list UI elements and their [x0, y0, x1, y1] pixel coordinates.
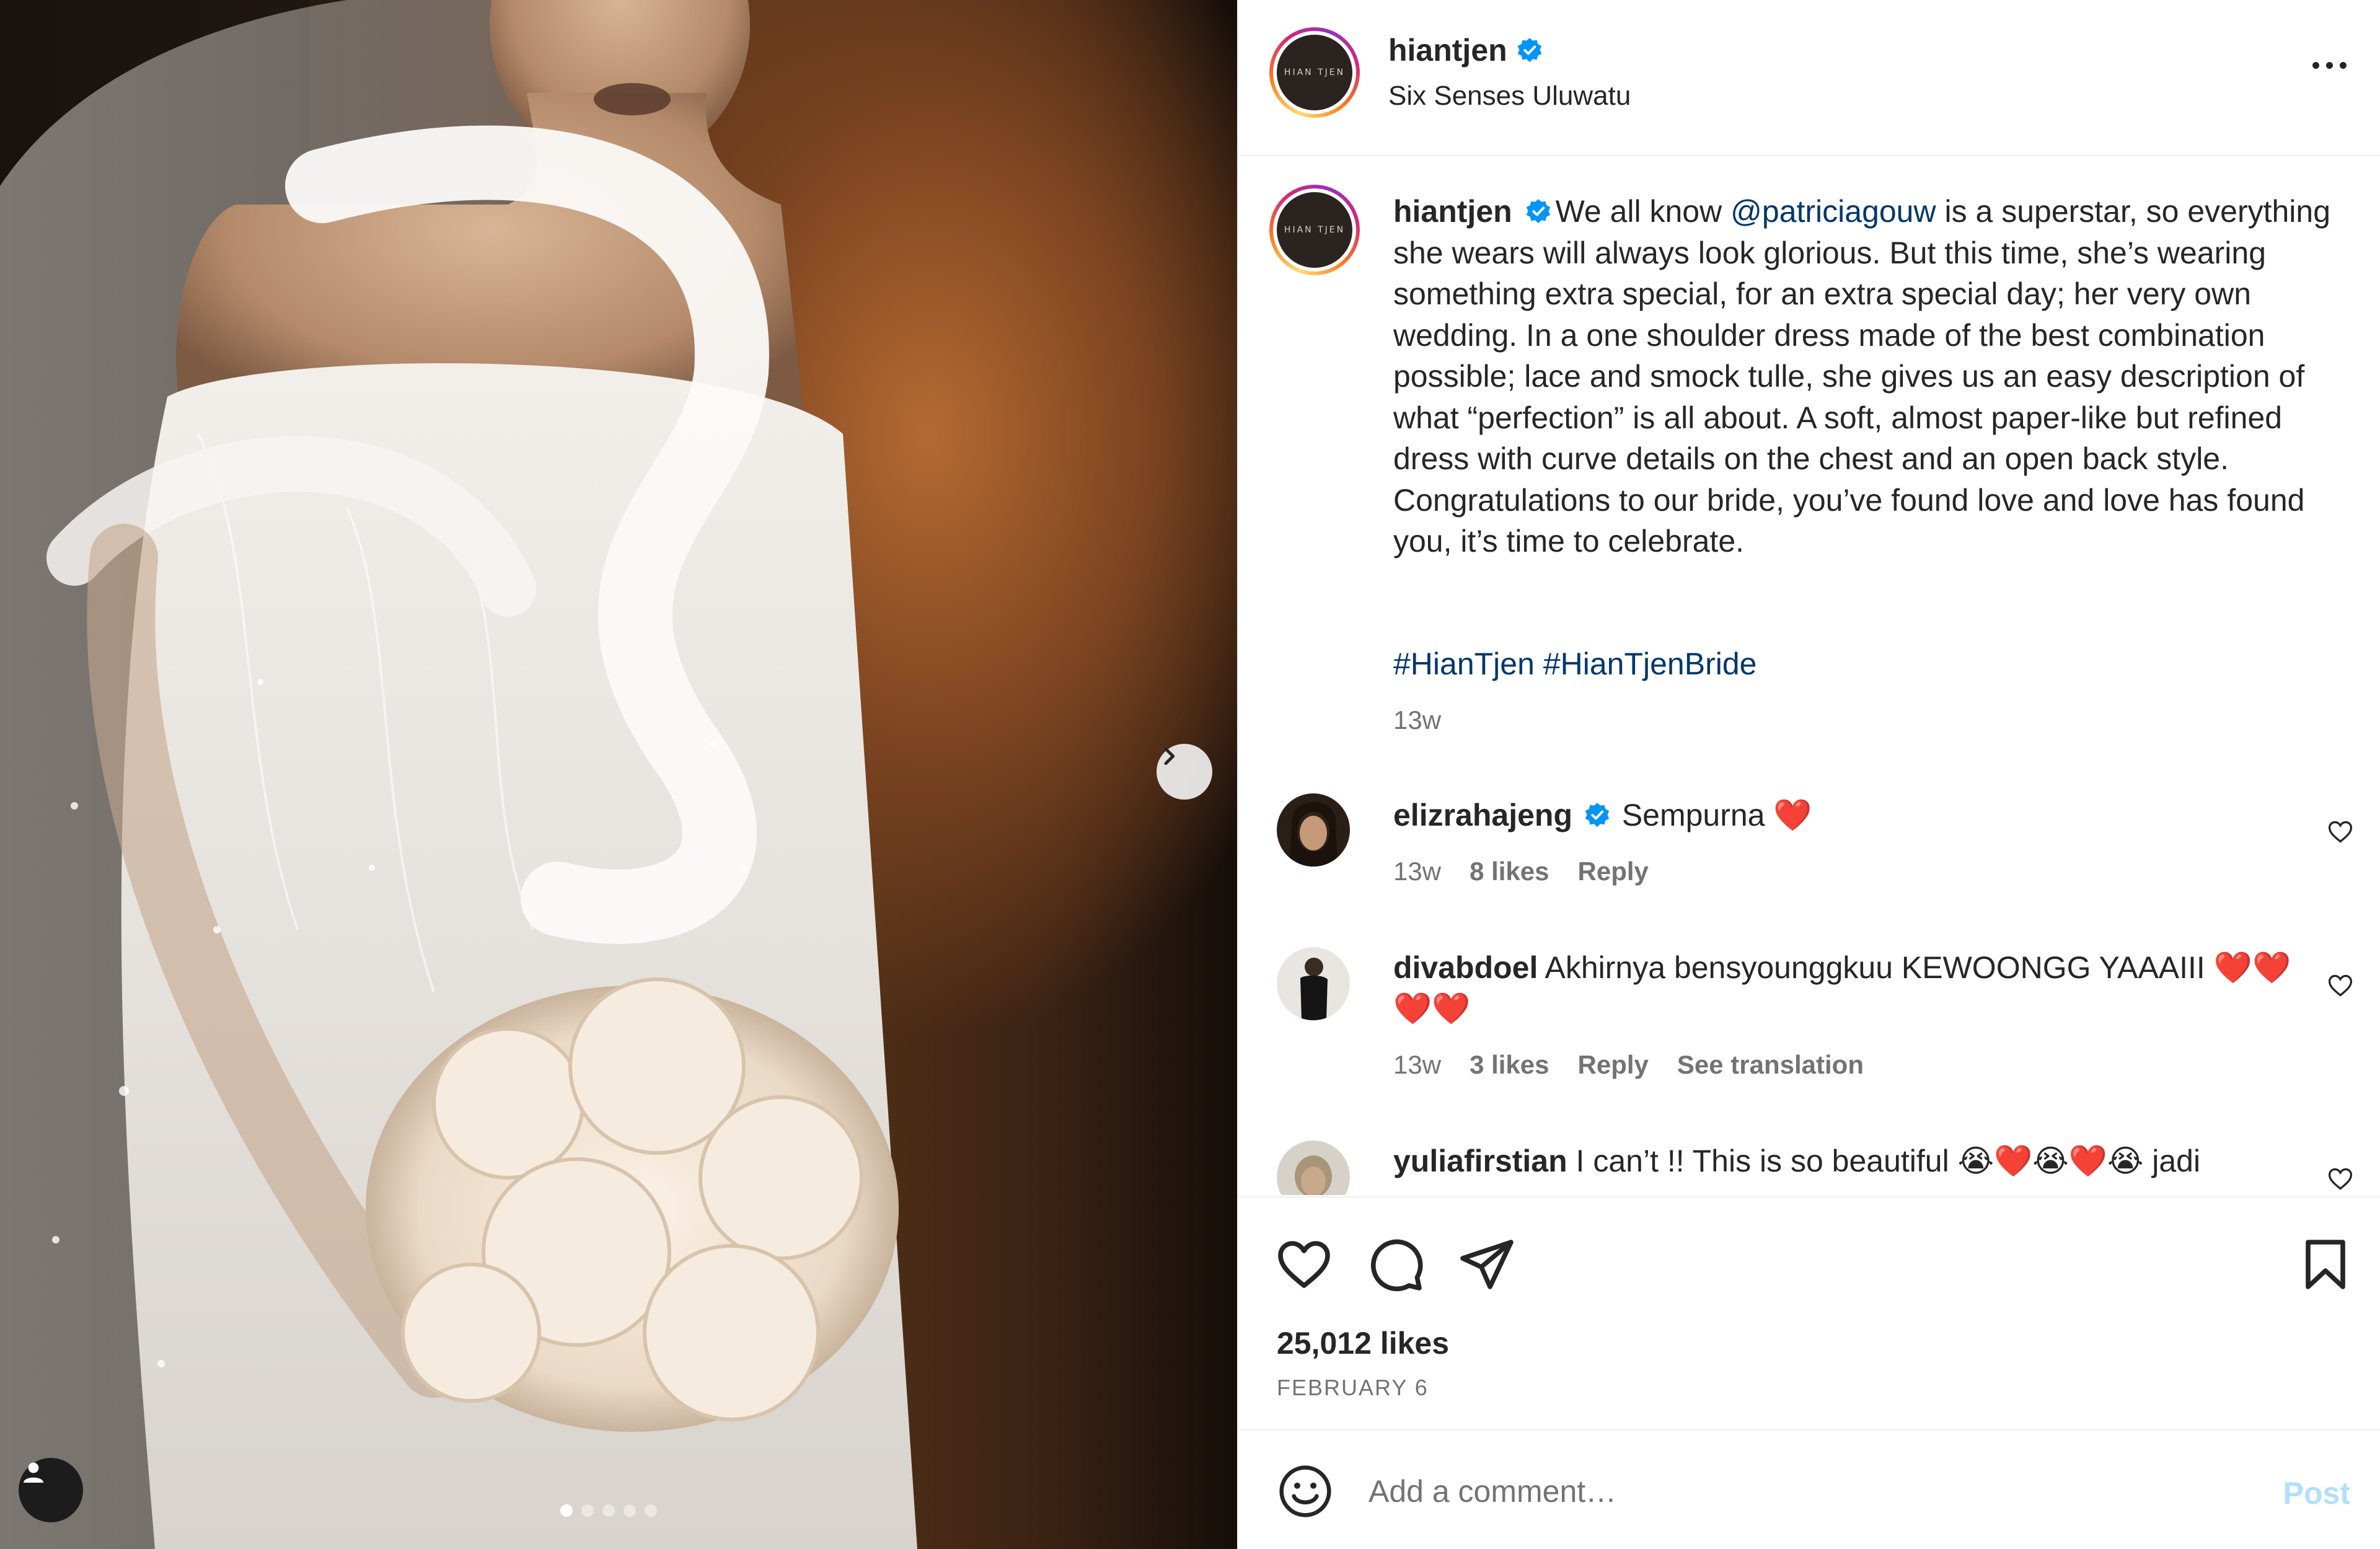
caption-hashtags: #HianTjen #HianTjenBride	[1393, 646, 1756, 682]
caption-text-body: is a superstar, so everything she wears …	[1393, 194, 2331, 558]
comment-like-heart-icon[interactable]	[2327, 818, 2354, 845]
commenter-photo	[1277, 793, 1350, 867]
comment-text: I can’t !! This is so beautiful 😭❤️😭❤️😭 …	[1576, 1144, 2201, 1178]
comment-composer: Post	[1238, 1429, 2380, 1549]
user-tag-icon	[24, 1462, 43, 1483]
more-icon-dot	[2326, 62, 2333, 69]
post-image[interactable]	[0, 0, 1237, 1549]
comment-username[interactable]: yuliafirstian	[1393, 1144, 1567, 1178]
hashtag-link[interactable]: #HianTjen	[1393, 647, 1535, 681]
carousel-next-button[interactable]	[1157, 744, 1212, 800]
bride-photo	[0, 0, 917, 1549]
comment-body: divabdoel Akhirnya bensyounggkuu KEWOONG…	[1393, 947, 2298, 1029]
post-comment-button[interactable]: Post	[2283, 1475, 2350, 1511]
see-translation-button[interactable]: See translation	[1677, 1050, 1864, 1080]
share-icon[interactable]	[1457, 1235, 1516, 1294]
carousel-dot	[624, 1504, 636, 1517]
comment-meta: 13w 8 likes Reply	[1393, 857, 1649, 886]
commenter-avatar[interactable]	[1277, 793, 1350, 867]
caption-username[interactable]: hiantjen	[1393, 194, 1512, 229]
author-username-text[interactable]: hiantjen	[1388, 32, 1507, 68]
post-header: HIAN TJEN hiantjen Six Senses Uluwatu	[1238, 0, 2380, 156]
post-actions: 25,012 likes FEBRUARY 6	[1238, 1196, 2380, 1432]
post-location[interactable]: Six Senses Uluwatu	[1388, 81, 1631, 112]
caption-timestamp[interactable]: 13w	[1393, 705, 1441, 735]
comments-list[interactable]: elizrahajeng Sempurna ❤️ 13w 8 likes Rep…	[1238, 781, 2380, 1195]
comment-time[interactable]: 13w	[1393, 1050, 1441, 1080]
comment-body: elizrahajeng Sempurna ❤️	[1393, 795, 2298, 836]
verified-icon	[1517, 38, 1541, 63]
comment-likes[interactable]: 3 likes	[1470, 1050, 1549, 1080]
more-icon	[2312, 62, 2319, 69]
comment-reply-button[interactable]: Reply	[1578, 1050, 1649, 1080]
carousel-dot	[602, 1504, 615, 1517]
carousel-dot	[645, 1504, 657, 1517]
commenter-avatar[interactable]	[1277, 1141, 1350, 1195]
comment-text: Sempurna ❤️	[1621, 798, 1812, 832]
comment-input[interactable]	[1368, 1462, 2205, 1521]
avatar-logo-text: HIAN TJEN	[1277, 35, 1352, 110]
post-date[interactable]: FEBRUARY 6	[1277, 1375, 1429, 1401]
commenter-photo	[1277, 947, 1350, 1020]
comment-likes[interactable]: 8 likes	[1470, 857, 1549, 886]
comment-reply-button[interactable]: Reply	[1578, 857, 1649, 886]
caption-text-start: We all know	[1555, 194, 1731, 229]
comment-icon[interactable]	[1366, 1235, 1426, 1294]
commenter-photo	[1277, 1141, 1350, 1195]
bookmark-icon[interactable]	[2296, 1235, 2355, 1294]
chevron-right-icon	[1164, 747, 1175, 766]
verified-icon	[1526, 198, 1550, 224]
author-avatar[interactable]: HIAN TJEN	[1269, 27, 1360, 118]
caption-text: hiantjen We all know @patriciagouw is a …	[1393, 191, 2342, 562]
comment-username[interactable]: elizrahajeng	[1393, 798, 1572, 832]
carousel-dot	[560, 1504, 573, 1517]
verified-icon	[1585, 802, 1610, 827]
emoji-icon[interactable]	[1277, 1463, 1334, 1520]
caption-author-avatar[interactable]: HIAN TJEN	[1269, 185, 1360, 275]
more-options-button[interactable]	[2312, 62, 2347, 69]
comment-time[interactable]: 13w	[1393, 857, 1441, 886]
carousel-dot	[581, 1504, 594, 1517]
comment-like-heart-icon[interactable]	[2327, 972, 2354, 999]
more-icon-dot	[2340, 62, 2347, 69]
author-username[interactable]: hiantjen	[1388, 32, 1543, 68]
comment-body: yuliafirstian I can’t !! This is so beau…	[1393, 1141, 2298, 1181]
carousel-indicator	[560, 1504, 657, 1517]
comment-username[interactable]: divabdoel	[1393, 950, 1538, 985]
comment-like-heart-icon[interactable]	[2327, 1165, 2354, 1193]
hashtag-link[interactable]: #HianTjenBride	[1543, 647, 1757, 681]
tagged-users-button[interactable]	[19, 1458, 83, 1522]
comment-meta: 13w 3 likes Reply See translation	[1393, 1050, 1864, 1080]
post-details-panel: HIAN TJEN hiantjen Six Senses Uluwatu HI…	[1237, 0, 2380, 1549]
like-heart-icon[interactable]	[1274, 1235, 1334, 1294]
like-count[interactable]: 25,012 likes	[1277, 1325, 1449, 1361]
avatar-logo-text: HIAN TJEN	[1277, 192, 1352, 268]
commenter-avatar[interactable]	[1277, 947, 1350, 1020]
caption-mention-link[interactable]: @patriciagouw	[1730, 194, 1936, 229]
